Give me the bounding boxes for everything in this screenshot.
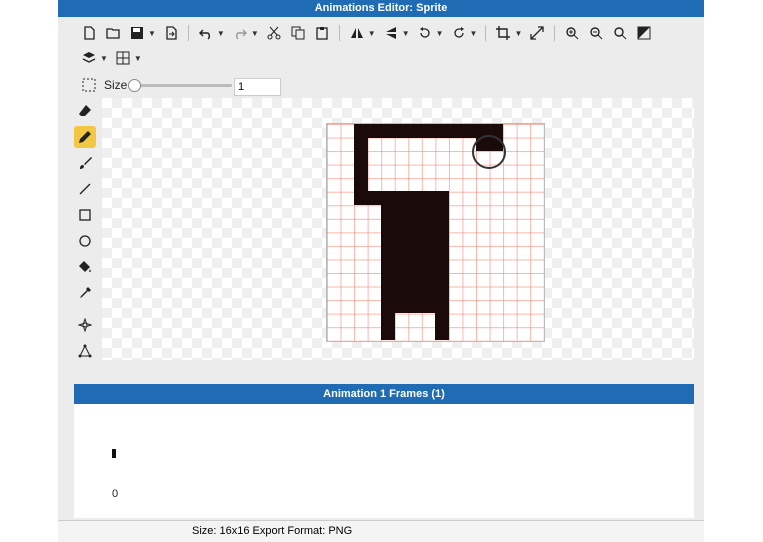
save-dropdown-caret-icon[interactable]: ▼ [148, 29, 156, 38]
rotate-left-dropdown-caret-icon[interactable]: ▼ [436, 29, 444, 38]
layer-toolbar: ▼ ▼ [80, 49, 142, 67]
flip-dropdown-caret-icon[interactable]: ▼ [368, 29, 376, 38]
pixel-block [381, 313, 395, 340]
new-file-icon[interactable] [80, 24, 98, 42]
redo-icon[interactable] [231, 24, 249, 42]
tool-rectangle[interactable] [74, 204, 96, 226]
tool-brush[interactable] [74, 152, 96, 174]
main-toolbar: ▼ ▼ ▼ ▼ ▼ ▼ ▼ ▼ [80, 24, 653, 42]
status-text: Size: 16x16 Export Format: PNG [192, 525, 353, 537]
cut-icon[interactable] [265, 24, 283, 42]
tool-line[interactable] [74, 178, 96, 200]
tool-ellipse[interactable] [74, 230, 96, 252]
transform-icon [78, 344, 92, 358]
rotate-right-dropdown-caret-icon[interactable]: ▼ [470, 29, 478, 38]
crop-dropdown-caret-icon[interactable]: ▼ [514, 29, 522, 38]
selection-icon[interactable] [80, 76, 98, 94]
export-icon[interactable] [162, 24, 180, 42]
tool-transform[interactable] [74, 340, 96, 362]
brush-icon [80, 157, 92, 169]
brush-cursor [472, 135, 506, 169]
eyedropper-icon [80, 287, 91, 298]
grid-icon[interactable] [114, 49, 132, 67]
fill-bucket-icon [79, 261, 91, 272]
layers-icon[interactable] [80, 49, 98, 67]
frames-panel: 0 [74, 404, 694, 518]
pencil-icon [79, 131, 91, 143]
pixel-block [435, 313, 449, 340]
redo-dropdown-caret-icon[interactable]: ▼ [251, 29, 259, 38]
layers-dropdown-caret-icon[interactable]: ▼ [100, 54, 108, 63]
flip-vertical-dropdown-caret-icon[interactable]: ▼ [402, 29, 410, 38]
window-title: Animations Editor: Sprite [58, 0, 704, 17]
paste-icon[interactable] [313, 24, 331, 42]
size-input[interactable]: 1 [234, 78, 281, 96]
status-bar: Size: 16x16 Export Format: PNG [58, 520, 704, 542]
rotate-right-icon[interactable] [450, 24, 468, 42]
rotate-left-icon[interactable] [416, 24, 434, 42]
tool-fill[interactable] [74, 256, 96, 278]
tool-eraser[interactable] [74, 100, 96, 122]
undo-dropdown-caret-icon[interactable]: ▼ [217, 29, 225, 38]
flip-horizontal-icon[interactable] [348, 24, 366, 42]
pixel-block [381, 191, 449, 313]
move-point-icon [78, 318, 92, 332]
grid-dropdown-caret-icon[interactable]: ▼ [134, 54, 142, 63]
ellipse-icon [79, 235, 91, 247]
size-slider-knob[interactable] [128, 79, 141, 92]
frame-number: 0 [112, 488, 119, 500]
flip-vertical-icon[interactable] [382, 24, 400, 42]
eraser-icon [79, 105, 91, 116]
zoom-out-icon[interactable] [587, 24, 605, 42]
zoom-in-icon[interactable] [563, 24, 581, 42]
size-label: Size [104, 78, 128, 92]
frames-panel-title: Animation 1 Frames (1) [74, 384, 694, 404]
copy-icon[interactable] [289, 24, 307, 42]
open-folder-icon[interactable] [104, 24, 122, 42]
crop-icon[interactable] [494, 24, 512, 42]
frame-thumbnail[interactable] [112, 449, 116, 458]
tool-palette [70, 98, 100, 364]
size-toolbar: Size [80, 76, 127, 94]
pixel-grid[interactable] [326, 123, 545, 342]
tool-eyedropper[interactable] [74, 282, 96, 304]
save-icon[interactable] [128, 24, 146, 42]
invert-colors-icon[interactable] [635, 24, 653, 42]
size-slider[interactable] [128, 79, 232, 92]
drawing-canvas[interactable] [102, 98, 694, 360]
line-icon [79, 183, 91, 195]
tool-pencil[interactable] [74, 126, 96, 148]
undo-icon[interactable] [197, 24, 215, 42]
zoom-fit-icon[interactable] [611, 24, 629, 42]
resize-icon[interactable] [528, 24, 546, 42]
editor-window: Animations Editor: Sprite ▼ ▼ ▼ ▼ ▼ ▼ ▼ … [58, 0, 704, 542]
tool-move-point[interactable] [74, 314, 96, 336]
rectangle-icon [79, 209, 91, 221]
